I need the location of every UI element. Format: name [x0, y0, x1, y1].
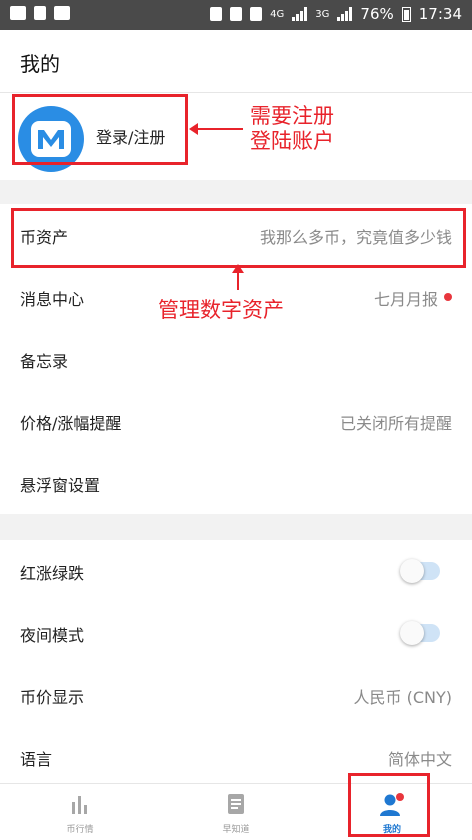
- row-price-currency[interactable]: 币价显示 人民币 (CNY): [0, 664, 472, 726]
- toggle-knob: [400, 621, 424, 645]
- row-value: 七月月报: [373, 290, 438, 309]
- login-annotation-box: [12, 94, 188, 165]
- red-up-toggle[interactable]: [400, 559, 440, 583]
- tab-label: 币行情: [66, 825, 94, 835]
- status-bar: 4G 3G 76% 17:34: [0, 0, 472, 30]
- page-title: 我的: [20, 52, 60, 76]
- row-label: 红涨绿跌: [20, 564, 85, 583]
- mute-icon: [210, 7, 223, 21]
- row-label: 消息中心: [20, 290, 85, 309]
- tab-news[interactable]: 早知道: [176, 784, 296, 840]
- row-label: 夜间模式: [20, 626, 85, 645]
- clock: 17:34: [418, 5, 462, 23]
- unread-dot: [444, 293, 452, 301]
- login-annotation-line1: 需要注册: [250, 104, 334, 128]
- login-annotation-arrow: [189, 123, 243, 135]
- toggle-knob: [400, 559, 424, 583]
- row-label: 悬浮窗设置: [20, 476, 101, 495]
- wifi-icon: [250, 7, 263, 21]
- login-annotation-text: 需要注册 登陆账户: [250, 104, 334, 154]
- row-red-up-green-down[interactable]: 红涨绿跌: [0, 540, 472, 602]
- night-mode-toggle[interactable]: [400, 621, 440, 645]
- row-night-mode[interactable]: 夜间模式: [0, 602, 472, 664]
- row-value: 已关闭所有提醒: [339, 414, 452, 433]
- bar-chart-icon: [72, 796, 87, 814]
- row-value: 人民币 (CNY): [353, 688, 453, 707]
- row-memo[interactable]: 备忘录: [0, 328, 472, 390]
- login-annotation-line2: 登陆账户: [250, 129, 334, 153]
- network-4g-label: 4G: [270, 8, 285, 20]
- signal-4g-icon: [292, 7, 308, 21]
- row-floating-window[interactable]: 悬浮窗设置: [0, 452, 472, 514]
- document-icon: [228, 794, 244, 814]
- page-header: 我的: [0, 30, 472, 93]
- tab-market[interactable]: 币行情: [20, 784, 140, 840]
- tab-mine-annotation-box: [348, 773, 430, 837]
- section-divider: [0, 180, 472, 204]
- assets-annotation-text: 管理数字资产: [158, 298, 284, 322]
- row-label: 价格/涨幅提醒: [20, 414, 122, 433]
- tab-label: 早知道: [222, 825, 250, 835]
- alarm-icon: [230, 7, 243, 21]
- signal-3g-icon: [337, 7, 353, 21]
- assets-annotation-box: [11, 208, 466, 268]
- battery-percent: 76%: [360, 5, 394, 23]
- chat-notification-icon: [54, 6, 70, 20]
- section-divider: [0, 514, 472, 540]
- row-label: 币价显示: [20, 688, 85, 707]
- network-3g-label: 3G: [315, 8, 330, 20]
- row-price-alert[interactable]: 价格/涨幅提醒 已关闭所有提醒: [0, 390, 472, 452]
- row-label: 语言: [20, 750, 53, 769]
- image-notification-icon: [10, 6, 26, 20]
- battery-icon: [401, 6, 411, 22]
- row-label: 备忘录: [20, 352, 69, 371]
- row-value: 简体中文: [387, 750, 452, 769]
- transfer-notification-icon: [34, 6, 46, 20]
